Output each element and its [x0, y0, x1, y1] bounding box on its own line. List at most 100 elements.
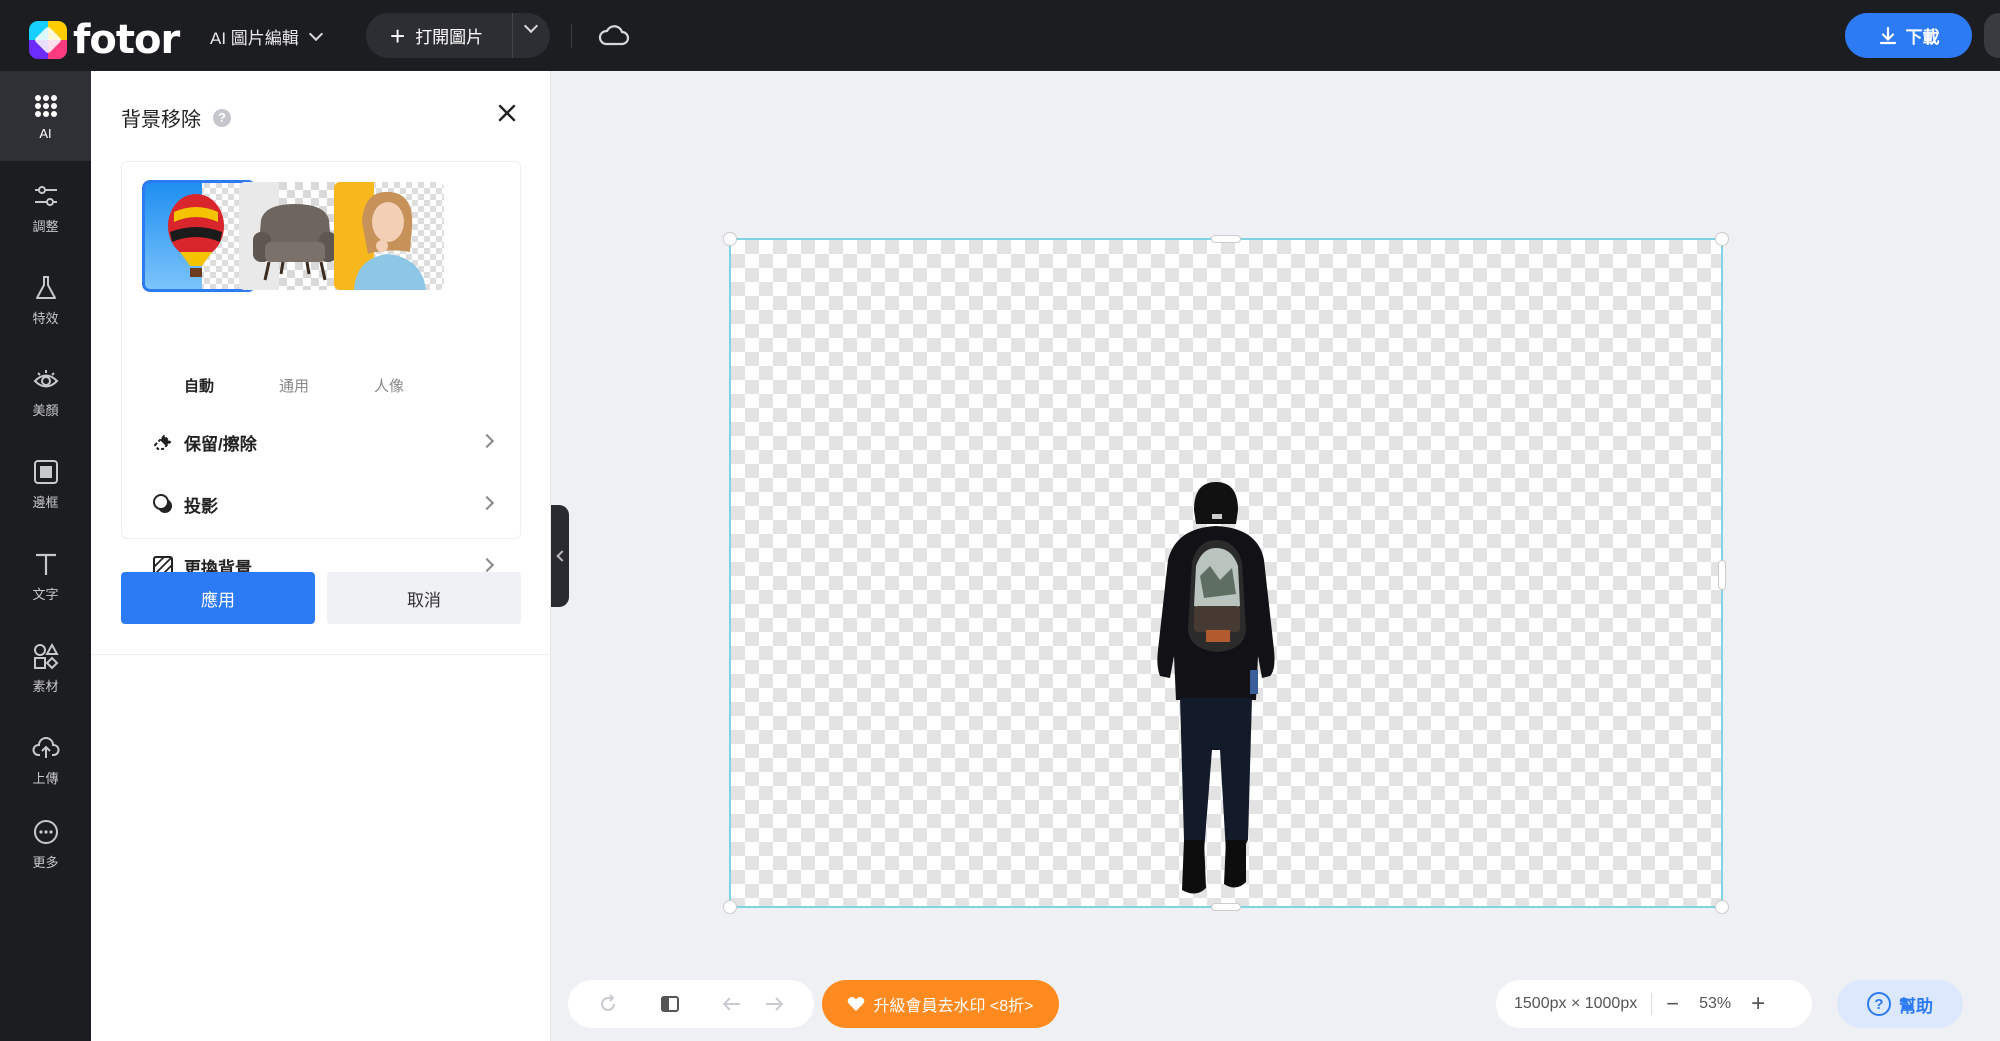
more-dots-icon — [33, 819, 58, 844]
mode-options-box: 自動 通用 人像 保留/擦除 投影 更換背景 — [121, 161, 521, 578]
rail-label: 素材 — [32, 678, 59, 694]
mode-thumb-portrait[interactable] — [334, 182, 444, 290]
upgrade-label: 升級會員去水印 <8折> — [873, 998, 1034, 1015]
resize-handle[interactable] — [1718, 560, 1726, 590]
rail-label: 美顏 — [32, 402, 59, 418]
portrait-thumbnail — [334, 182, 444, 290]
redo-icon[interactable] — [764, 994, 784, 1014]
upload-cloud-icon — [31, 736, 60, 758]
open-image-dropdown-icon[interactable] — [523, 18, 539, 34]
rail-item-effects[interactable]: 特效 — [0, 255, 91, 345]
download-icon — [1879, 26, 1896, 44]
chevron-left-icon — [555, 550, 568, 562]
zoom-level[interactable]: 53% — [1699, 995, 1731, 1013]
logo-icon — [29, 21, 67, 59]
zoom-divider — [1651, 993, 1653, 1015]
upgrade-button[interactable]: 升級會員去水印 <8折> — [822, 980, 1059, 1028]
eraser-icon — [153, 434, 172, 450]
editor-menu-dropdown[interactable]: AI 圖片編輯 — [210, 24, 323, 49]
frame-icon — [33, 459, 58, 484]
cloud-save-icon[interactable] — [598, 22, 630, 50]
resize-handle[interactable] — [1715, 232, 1729, 246]
panel-title-text: 背景移除 — [121, 109, 201, 131]
mode-thumb-auto[interactable] — [142, 180, 256, 292]
chevron-right-icon — [479, 495, 495, 511]
resize-handle[interactable] — [1211, 235, 1241, 243]
logo-text: fotor — [73, 17, 180, 63]
rail-label: 邊框 — [32, 494, 59, 510]
grid-dots-icon — [34, 94, 57, 117]
resize-handle[interactable] — [1715, 900, 1729, 914]
undo-icon[interactable] — [722, 994, 742, 1014]
shadow-icon — [153, 494, 172, 513]
sliders-icon — [34, 185, 57, 206]
rail-item-frame[interactable]: 邊框 — [0, 439, 91, 529]
mode-label-auto: 自動 — [183, 378, 214, 395]
help-button[interactable]: ? 幫助 — [1837, 980, 1963, 1028]
resize-handle[interactable] — [723, 900, 737, 914]
image-canvas[interactable] — [723, 232, 1729, 914]
rail-item-ai[interactable]: AI — [0, 71, 91, 161]
heart-icon — [848, 997, 865, 1011]
rail-item-upload[interactable]: 上傳 — [0, 715, 91, 805]
rail-label: 更多 — [32, 854, 59, 870]
toolbar-divider — [571, 24, 572, 48]
collapse-panel-toggle[interactable] — [551, 505, 569, 607]
zoom-in-button[interactable]: + — [1751, 990, 1765, 1018]
compare-icon[interactable] — [660, 994, 680, 1014]
rail-item-adjust[interactable]: 調整 — [0, 163, 91, 253]
history-toolbar — [568, 980, 814, 1028]
zoom-bar: 1500px × 1000px − 53% + — [1496, 980, 1812, 1028]
rail-label: 調整 — [32, 218, 59, 234]
cancel-button[interactable]: 取消 — [327, 572, 521, 624]
option-keep-erase[interactable]: 保留/擦除 — [152, 422, 495, 462]
rail-label: 上傳 — [32, 770, 59, 786]
flask-icon — [35, 275, 56, 299]
editor-menu-label: AI 圖片編輯 — [210, 29, 299, 48]
rail-item-more[interactable]: 更多 — [0, 799, 91, 889]
resize-handle[interactable] — [1211, 903, 1241, 911]
plus-icon: + — [390, 20, 406, 51]
help-icon[interactable]: ? — [213, 108, 231, 127]
armchair-thumbnail — [239, 182, 337, 290]
background-remover-panel: 背景移除 ? 自動 通用 人像 保留/擦除 投影 更換背景 應用 取消 — [91, 71, 551, 1041]
help-label: 幫助 — [1899, 996, 1933, 1016]
panel-divider — [91, 654, 551, 655]
open-image-button[interactable]: + 打開圖片 — [366, 13, 550, 58]
option-label: 保留/擦除 — [184, 434, 257, 454]
apply-button[interactable]: 應用 — [121, 572, 315, 624]
option-label: 投影 — [184, 496, 218, 516]
image-dimensions: 1500px × 1000px — [1514, 995, 1638, 1012]
button-divider — [512, 13, 513, 58]
account-button[interactable] — [1984, 13, 2000, 58]
option-shadow[interactable]: 投影 — [152, 484, 495, 524]
chevron-right-icon — [479, 557, 495, 573]
left-tool-rail: AI 調整 特效 美顏 邊框 文字 素材 上傳 更多 — [0, 71, 91, 1041]
mode-label-general: 通用 — [278, 378, 309, 395]
rail-item-beauty[interactable]: 美顏 — [0, 347, 91, 437]
question-icon: ? — [1867, 992, 1891, 1016]
balloon-thumbnail — [144, 182, 254, 290]
rail-item-elements[interactable]: 素材 — [0, 623, 91, 713]
rail-label: 文字 — [32, 586, 59, 602]
rail-label: AI — [39, 125, 52, 141]
open-image-label: 打開圖片 — [415, 28, 484, 47]
cutout-person-image — [1157, 482, 1275, 894]
close-icon[interactable] — [495, 101, 519, 125]
mode-thumb-general[interactable] — [239, 182, 349, 290]
eye-icon — [33, 369, 58, 387]
zoom-out-button[interactable]: − — [1666, 991, 1679, 1017]
resize-handle[interactable] — [723, 232, 737, 246]
shapes-icon — [33, 642, 59, 669]
rail-item-text[interactable]: 文字 — [0, 531, 91, 621]
rail-label: 特效 — [32, 310, 59, 326]
chevron-right-icon — [479, 433, 495, 449]
fotor-logo[interactable]: fotor — [29, 17, 180, 63]
download-label: 下載 — [1905, 28, 1940, 47]
download-button[interactable]: 下載 — [1845, 13, 1972, 58]
top-bar: fotor AI 圖片編輯 + 打開圖片 下載 — [0, 0, 2000, 71]
mode-label-portrait: 人像 — [373, 378, 404, 395]
chevron-down-icon — [308, 26, 323, 41]
text-icon — [35, 553, 56, 575]
reset-icon[interactable] — [598, 994, 618, 1014]
